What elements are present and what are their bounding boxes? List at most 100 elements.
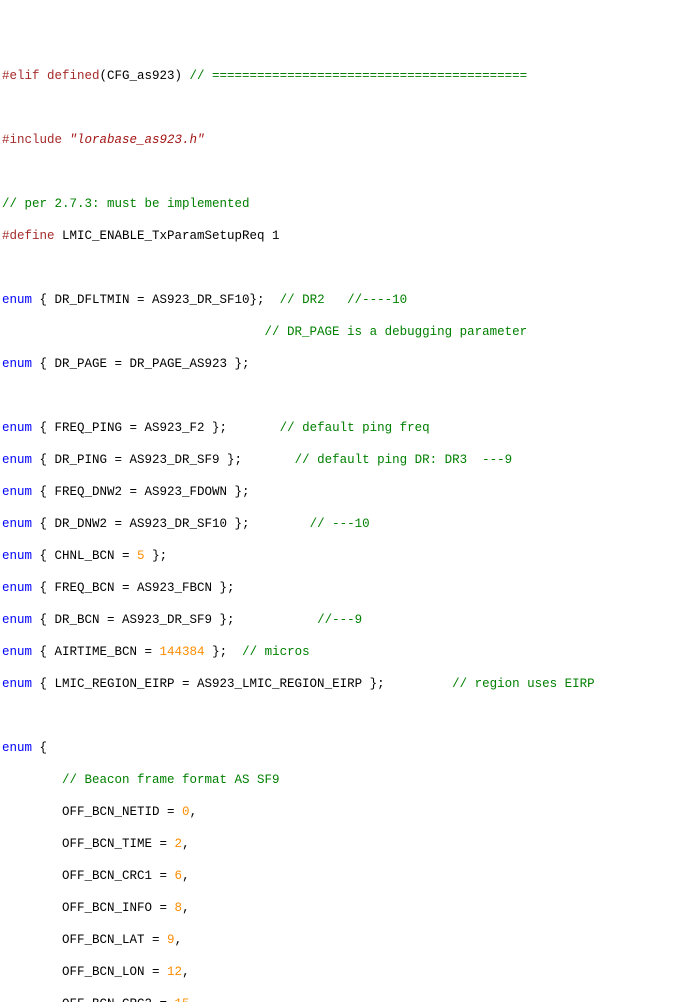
code-line: // per 2.7.3: must be implemented — [2, 196, 676, 212]
code-line: enum { DR_DFLTMIN = AS923_DR_SF10}; // D… — [2, 292, 676, 308]
code-line: enum { FREQ_PING = AS923_F2 }; // defaul… — [2, 420, 676, 436]
number: 6 — [175, 869, 183, 883]
enum-body: }; — [145, 549, 168, 563]
enum-body: { DR_DFLTMIN = AS923_DR_SF10}; — [32, 293, 280, 307]
ident: OFF_BCN_LON = — [62, 965, 167, 979]
pad — [2, 325, 265, 339]
code-line: enum { FREQ_DNW2 = AS923_FDOWN }; — [2, 484, 676, 500]
keyword: enum — [2, 741, 32, 755]
enum-body: { DR_DNW2 = AS923_DR_SF10 }; — [32, 517, 310, 531]
enum-body: { FREQ_BCN = AS923_FBCN }; — [32, 581, 235, 595]
code-line: OFF_BCN_INFO = 8, — [2, 900, 676, 916]
tail: , — [175, 933, 183, 947]
keyword: enum — [2, 485, 32, 499]
code-line: enum { FREQ_BCN = AS923_FBCN }; — [2, 580, 676, 596]
enum-body: { FREQ_PING = AS923_F2 }; — [32, 421, 280, 435]
comment: // Beacon frame format AS SF9 — [62, 773, 280, 787]
blank-line — [2, 260, 676, 276]
tail: , — [182, 869, 190, 883]
number: 144384 — [160, 645, 205, 659]
enum-body: { CHNL_BCN = — [32, 549, 137, 563]
code-line: OFF_BCN_CRC2 = 15, — [2, 996, 676, 1002]
enum-body: { LMIC_REGION_EIRP = AS923_LMIC_REGION_E… — [32, 677, 452, 691]
blank-line — [2, 708, 676, 724]
code-line: OFF_BCN_LAT = 9, — [2, 932, 676, 948]
keyword: enum — [2, 421, 32, 435]
comment: // default ping DR: DR3 ---9 — [295, 453, 513, 467]
pad — [2, 773, 62, 787]
code-line: OFF_BCN_NETID = 0, — [2, 804, 676, 820]
comment: // micros — [242, 645, 310, 659]
enum-body: { — [32, 741, 47, 755]
preproc-arg: (CFG_as923) — [100, 69, 183, 83]
tail: , — [182, 837, 190, 851]
comment: // DR2 //----10 — [280, 293, 408, 307]
code-line: #define LMIC_ENABLE_TxParamSetupReq 1 — [2, 228, 676, 244]
code-line: enum { DR_BCN = AS923_DR_SF9 }; //---9 — [2, 612, 676, 628]
keyword: enum — [2, 517, 32, 531]
tail: , — [182, 901, 190, 915]
pad — [2, 837, 62, 851]
code-line: enum { DR_DNW2 = AS923_DR_SF10 }; // ---… — [2, 516, 676, 532]
pad — [2, 997, 62, 1002]
number: 0 — [182, 805, 190, 819]
enum-body: { DR_PAGE = DR_PAGE_AS923 }; — [32, 357, 250, 371]
preproc: #define — [2, 229, 62, 243]
enum-body: }; — [205, 645, 243, 659]
keyword: enum — [2, 677, 32, 691]
pad — [2, 933, 62, 947]
code-line: OFF_BCN_CRC1 = 6, — [2, 868, 676, 884]
blank-line — [2, 388, 676, 404]
keyword: enum — [2, 293, 32, 307]
code-line: OFF_BCN_LON = 12, — [2, 964, 676, 980]
ident: OFF_BCN_INFO = — [62, 901, 175, 915]
tail: , — [182, 965, 190, 979]
pad — [2, 901, 62, 915]
number: 2 — [175, 837, 183, 851]
pad — [2, 869, 62, 883]
comment: // default ping freq — [280, 421, 430, 435]
ident: OFF_BCN_CRC2 = — [62, 997, 175, 1002]
code-line: OFF_BCN_TIME = 2, — [2, 836, 676, 852]
keyword: enum — [2, 453, 32, 467]
number: 12 — [167, 965, 182, 979]
preproc: #include — [2, 133, 70, 147]
number: 15 — [175, 997, 190, 1002]
comment: // region uses EIRP — [452, 677, 595, 691]
enum-body: { DR_BCN = AS923_DR_SF9 }; — [32, 613, 317, 627]
code-line: #elif defined(CFG_as923) // ============… — [2, 68, 676, 84]
keyword: enum — [2, 549, 32, 563]
code-line: enum { CHNL_BCN = 5 }; — [2, 548, 676, 564]
keyword: enum — [2, 581, 32, 595]
preproc: #elif defined — [2, 69, 100, 83]
keyword: enum — [2, 613, 32, 627]
code-line: enum { DR_PING = AS923_DR_SF9 }; // defa… — [2, 452, 676, 468]
ident: OFF_BCN_CRC1 = — [62, 869, 175, 883]
comment: // per 2.7.3: must be implemented — [2, 197, 250, 211]
string: "lorabase_as923.h" — [70, 133, 205, 147]
enum-body: { AIRTIME_BCN = — [32, 645, 160, 659]
ident: OFF_BCN_LAT = — [62, 933, 167, 947]
number: 8 — [175, 901, 183, 915]
code-line: enum { — [2, 740, 676, 756]
number: 9 — [167, 933, 175, 947]
pad — [2, 805, 62, 819]
comment: // ---10 — [310, 517, 370, 531]
code-line: // Beacon frame format AS SF9 — [2, 772, 676, 788]
comment: // =====================================… — [182, 69, 527, 83]
enum-body: { DR_PING = AS923_DR_SF9 }; — [32, 453, 295, 467]
number: 5 — [137, 549, 145, 563]
code-line: // DR_PAGE is a debugging parameter — [2, 324, 676, 340]
pad — [2, 965, 62, 979]
keyword: enum — [2, 357, 32, 371]
define-body: LMIC_ENABLE_TxParamSetupReq 1 — [62, 229, 280, 243]
code-line: enum { DR_PAGE = DR_PAGE_AS923 }; — [2, 356, 676, 372]
enum-body: { FREQ_DNW2 = AS923_FDOWN }; — [32, 485, 250, 499]
code-line: enum { LMIC_REGION_EIRP = AS923_LMIC_REG… — [2, 676, 676, 692]
comment: //---9 — [317, 613, 362, 627]
comment: // DR_PAGE is a debugging parameter — [265, 325, 528, 339]
blank-line — [2, 164, 676, 180]
blank-line — [2, 100, 676, 116]
tail: , — [190, 997, 198, 1002]
ident: OFF_BCN_TIME = — [62, 837, 175, 851]
